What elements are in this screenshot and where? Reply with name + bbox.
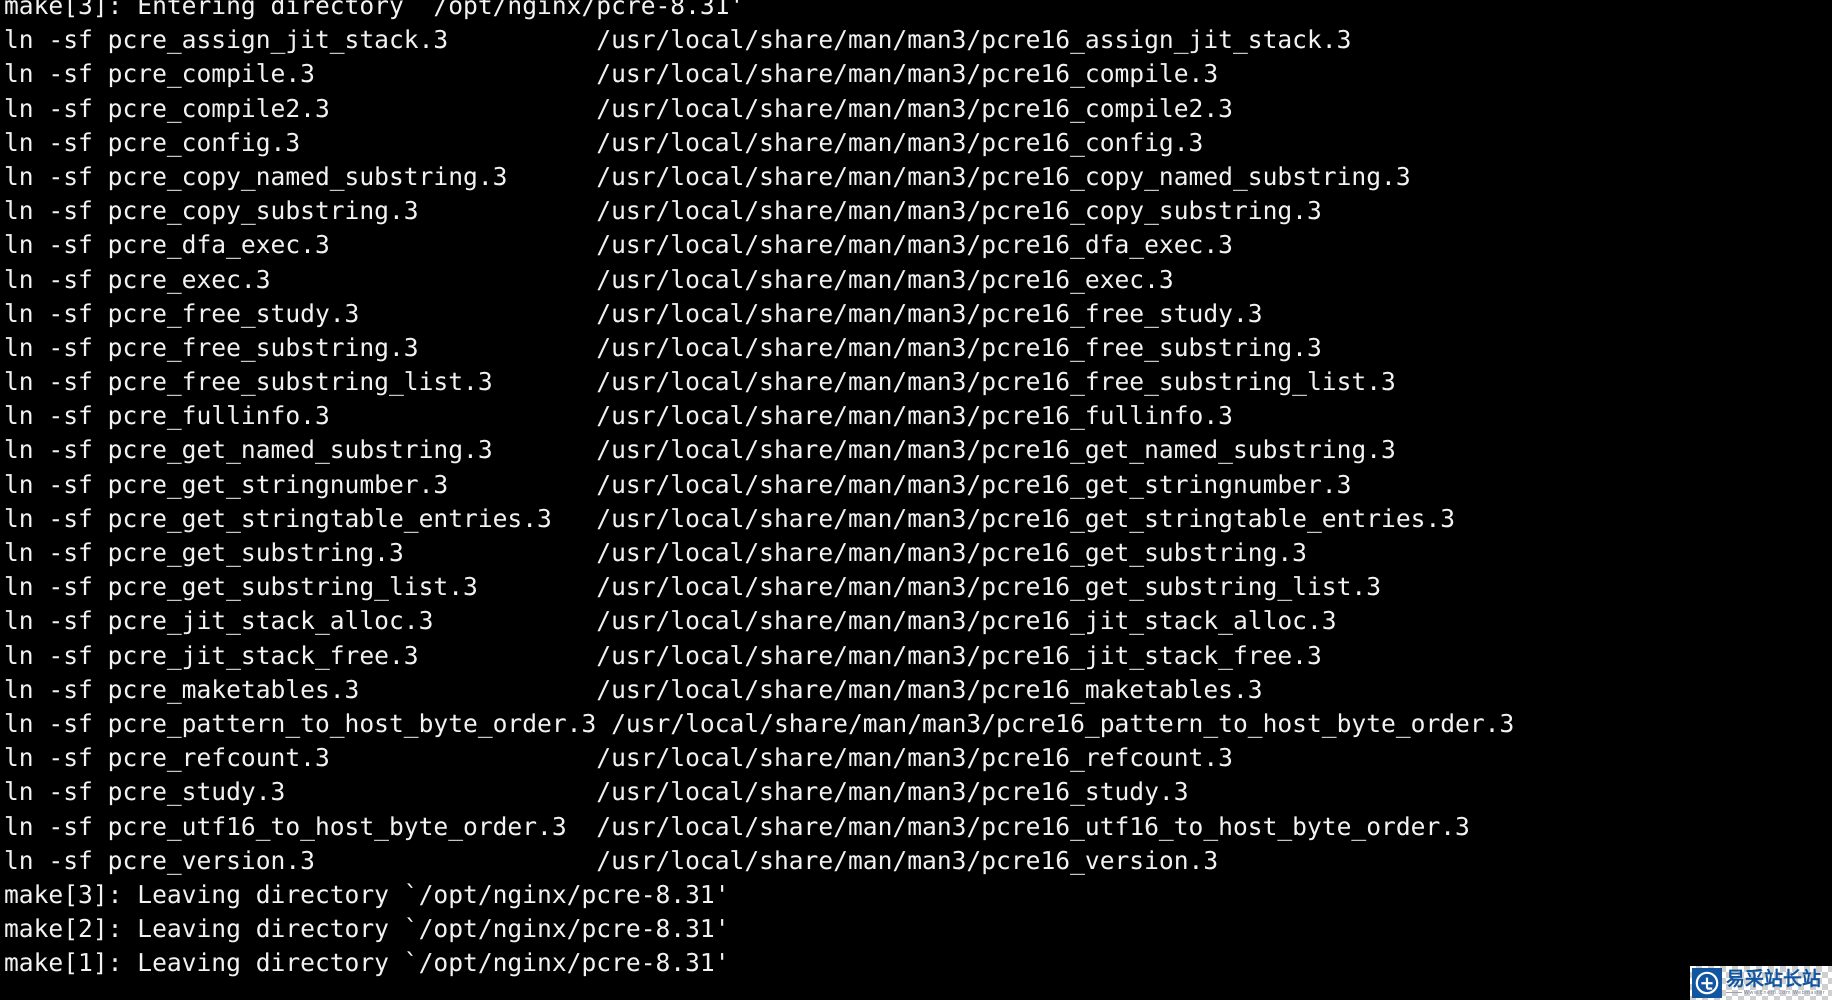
- watermark-subtitle-text: Www.Enet8.Com Webmaster: [1744, 990, 1826, 996]
- terminal-line: ln -sf pcre_assign_jit_stack.3 /usr/loca…: [4, 25, 1352, 55]
- terminal-line: make[3]: Entering directory `/opt/nginx/…: [4, 0, 745, 20]
- terminal-line: ln -sf pcre_refcount.3 /usr/local/share/…: [4, 743, 1233, 773]
- terminal-line: ln -sf pcre_dfa_exec.3 /usr/local/share/…: [4, 230, 1233, 260]
- terminal-window[interactable]: make[3]: Entering directory `/opt/nginx/…: [0, 0, 1832, 1000]
- terminal-line: ln -sf pcre_study.3 /usr/local/share/man…: [4, 777, 1189, 807]
- terminal-output[interactable]: make[3]: Entering directory `/opt/nginx/…: [0, 0, 1514, 980]
- terminal-line: ln -sf pcre_jit_stack_free.3 /usr/local/…: [4, 640, 1322, 670]
- terminal-line: ln -sf pcre_copy_substring.3 /usr/local/…: [4, 196, 1322, 226]
- terminal-line: ln -sf pcre_compile.3 /usr/local/share/m…: [4, 59, 1219, 89]
- watermark-subtitle: Www.Enet8.Com Webmaster: [1726, 991, 1825, 996]
- terminal-line: make[1]: Leaving directory `/opt/nginx/p…: [4, 948, 730, 978]
- terminal-line: ln -sf pcre_get_substring_list.3 /usr/lo…: [4, 572, 1382, 602]
- terminal-line: make[2]: Leaving directory `/opt/nginx/p…: [4, 914, 730, 944]
- terminal-line: ln -sf pcre_config.3 /usr/local/share/ma…: [4, 127, 1204, 157]
- terminal-line: ln -sf pcre_compile2.3 /usr/local/share/…: [4, 93, 1233, 123]
- terminal-line: ln -sf pcre_free_substring_list.3 /usr/l…: [4, 367, 1396, 397]
- terminal-line: ln -sf pcre_get_stringnumber.3 /usr/loca…: [4, 469, 1352, 499]
- terminal-line: ln -sf pcre_jit_stack_alloc.3 /usr/local…: [4, 606, 1337, 636]
- terminal-line: make[3]: Leaving directory `/opt/nginx/p…: [4, 879, 730, 909]
- terminal-line: ln -sf pcre_exec.3 /usr/local/share/man/…: [4, 264, 1174, 294]
- watermark-text: 易采站长站 Www.Enet8.Com Webmaster: [1726, 970, 1825, 996]
- terminal-line: ln -sf pcre_pattern_to_host_byte_order.3…: [4, 708, 1515, 738]
- watermark-title: 易采站长站: [1726, 968, 1822, 990]
- terminal-line: ln -sf pcre_get_stringtable_entries.3 /u…: [4, 503, 1456, 533]
- watermark: 易采站长站 Www.Enet8.Com Webmaster: [1690, 966, 1832, 1000]
- watermark-rule: [1726, 992, 1742, 993]
- circle-e-logo-icon: [1692, 968, 1722, 998]
- terminal-line: ln -sf pcre_copy_named_substring.3 /usr/…: [4, 161, 1411, 191]
- terminal-line: ln -sf pcre_version.3 /usr/local/share/m…: [4, 845, 1219, 875]
- terminal-line: ln -sf pcre_get_named_substring.3 /usr/l…: [4, 435, 1396, 465]
- terminal-line: ln -sf pcre_utf16_to_host_byte_order.3 /…: [4, 811, 1470, 841]
- terminal-line: ln -sf pcre_get_substring.3 /usr/local/s…: [4, 538, 1307, 567]
- terminal-line: ln -sf pcre_free_study.3 /usr/local/shar…: [4, 298, 1263, 328]
- terminal-line: ln -sf pcre_maketables.3 /usr/local/shar…: [4, 674, 1263, 704]
- terminal-line: ln -sf pcre_fullinfo.3 /usr/local/share/…: [4, 401, 1233, 431]
- terminal-line: ln -sf pcre_free_substring.3 /usr/local/…: [4, 332, 1322, 362]
